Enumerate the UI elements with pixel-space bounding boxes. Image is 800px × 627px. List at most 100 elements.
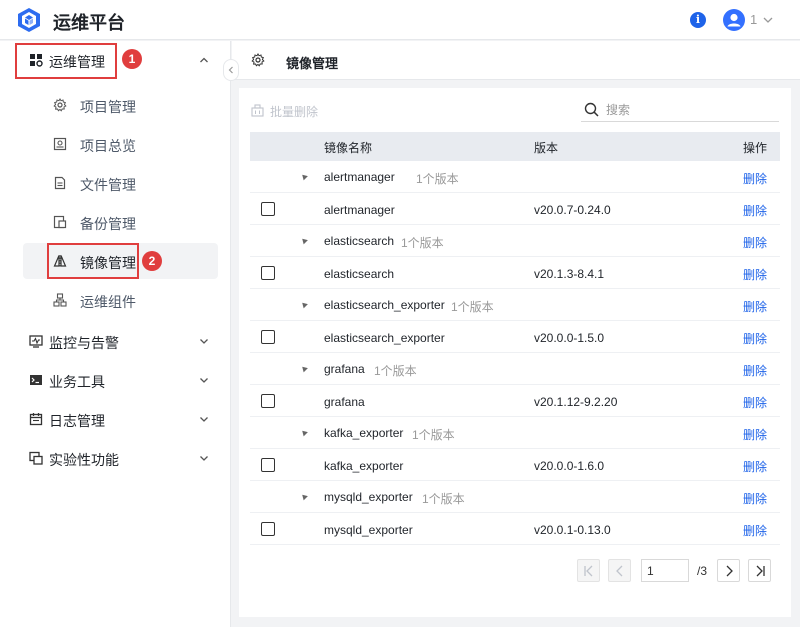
expand-triangle-icon[interactable] <box>300 428 308 437</box>
last-page-icon <box>756 565 765 577</box>
user-count: 1 <box>750 12 758 27</box>
page-header: 镜像管理 <box>232 41 800 80</box>
search-input[interactable] <box>606 101 776 119</box>
sidebar-item-label: 备份管理 <box>80 216 136 232</box>
image-name: elasticsearch_exporter <box>324 331 445 345</box>
monitor-icon <box>29 335 43 348</box>
group-version-count: 1个版本 <box>416 172 459 186</box>
table-body: alertmanager 1个版本 删除 alertmanager v20.0.… <box>250 161 780 545</box>
next-page-button[interactable] <box>717 559 740 582</box>
expand-triangle-icon[interactable] <box>300 300 308 309</box>
callout-badge-1: 1 <box>122 49 142 69</box>
first-page-button[interactable] <box>577 559 600 582</box>
table-group-row[interactable]: elasticsearch 1个版本 删除 <box>250 225 780 257</box>
delete-link[interactable]: 删除 <box>743 522 767 539</box>
gear-icon <box>53 98 67 112</box>
group-name: grafana <box>324 362 365 376</box>
sidebar-item-project[interactable]: 项目管理 <box>23 87 218 123</box>
table-row: grafana v20.1.12-9.2.20 删除 <box>250 385 780 417</box>
table-row: elasticsearch_exporter v20.0.0-1.5.0 删除 <box>250 321 780 353</box>
table-group-row[interactable]: grafana 1个版本 删除 <box>250 353 780 385</box>
row-checkbox[interactable] <box>261 330 275 344</box>
sidebar-group-label: 日志管理 <box>49 413 105 429</box>
callout-box-1 <box>15 43 117 79</box>
sidebar-item-file[interactable]: 文件管理 <box>23 165 218 201</box>
sidebar-group-lab[interactable]: 实验性功能 <box>0 439 231 477</box>
row-checkbox[interactable] <box>261 394 275 408</box>
row-checkbox[interactable] <box>261 202 275 216</box>
group-name: alertmanager <box>324 170 395 184</box>
sidebar-item-label: 项目总览 <box>80 138 136 154</box>
expand-triangle-icon[interactable] <box>300 236 308 245</box>
chevron-right-icon <box>726 565 733 577</box>
chevron-down-icon[interactable] <box>762 14 774 26</box>
sidebar-item-label: 运维组件 <box>80 294 136 310</box>
group-version-count: 1个版本 <box>412 428 455 442</box>
chevron-down-icon <box>200 417 208 422</box>
delete-link[interactable]: 删除 <box>743 298 767 315</box>
sidebar-item-components[interactable]: 运维组件 <box>23 282 218 318</box>
table-group-row[interactable]: kafka_exporter 1个版本 删除 <box>250 417 780 449</box>
image-name: grafana <box>324 395 365 409</box>
page-number-input[interactable] <box>641 559 689 582</box>
prev-page-button[interactable] <box>608 559 631 582</box>
row-checkbox[interactable] <box>261 458 275 472</box>
delete-link[interactable]: 删除 <box>743 170 767 187</box>
table-row: elasticsearch v20.1.3-8.4.1 删除 <box>250 257 780 289</box>
group-version-count: 1个版本 <box>451 300 494 314</box>
gear-icon <box>251 53 265 67</box>
row-checkbox[interactable] <box>261 522 275 536</box>
delete-link[interactable]: 删除 <box>743 202 767 219</box>
expand-triangle-icon[interactable] <box>300 172 308 181</box>
table-row: alertmanager v20.0.7-0.24.0 删除 <box>250 193 780 225</box>
table-group-row[interactable]: elasticsearch_exporter 1个版本 删除 <box>250 289 780 321</box>
content-card: 批量删除 镜像名称 版本 操作 alertmanager 1个版本 删除 ale… <box>239 88 791 617</box>
row-checkbox[interactable] <box>261 266 275 280</box>
image-name: mysqld_exporter <box>324 523 413 537</box>
group-version-count: 1个版本 <box>374 364 417 378</box>
group-version-count: 1个版本 <box>401 236 444 250</box>
delete-link[interactable]: 删除 <box>743 330 767 347</box>
image-name: kafka_exporter <box>324 459 404 473</box>
sidebar-item-overview[interactable]: 项目总览 <box>23 126 218 162</box>
delete-link[interactable]: 删除 <box>743 426 767 443</box>
sidebar-group-logs[interactable]: 日志管理 <box>0 400 231 438</box>
delete-link[interactable]: 删除 <box>743 394 767 411</box>
sidebar-group-label: 实验性功能 <box>49 452 119 468</box>
chevron-down-icon <box>200 339 208 344</box>
expand-triangle-icon[interactable] <box>300 364 308 373</box>
group-name: elasticsearch_exporter <box>324 298 445 312</box>
overview-icon <box>53 137 67 151</box>
table-group-row[interactable]: alertmanager 1个版本 删除 <box>250 161 780 193</box>
delete-link[interactable]: 删除 <box>743 266 767 283</box>
sidebar-group-tools[interactable]: 业务工具 <box>0 361 231 399</box>
batch-delete-label: 批量删除 <box>270 105 319 119</box>
last-page-button[interactable] <box>748 559 771 582</box>
sidebar-group-label: 监控与告警 <box>49 335 119 351</box>
backup-icon <box>53 215 67 229</box>
delete-link[interactable]: 删除 <box>743 362 767 379</box>
chevron-left-icon <box>616 565 623 577</box>
image-name: alertmanager <box>324 203 395 217</box>
delete-link[interactable]: 删除 <box>743 490 767 507</box>
sidebar-item-label: 项目管理 <box>80 99 136 115</box>
delete-link[interactable]: 删除 <box>743 458 767 475</box>
sidebar-item-backup[interactable]: 备份管理 <box>23 204 218 240</box>
info-icon[interactable]: i <box>690 12 706 28</box>
top-bar: 运维平台 i 1 <box>0 0 800 40</box>
sidebar: 运维管理 1 项目管理 项目总览 文件管理 备份管理 镜像管理 2 运维组件 监… <box>0 41 231 627</box>
callout-box-2 <box>47 243 139 279</box>
search-icon <box>584 102 599 117</box>
delete-link[interactable]: 删除 <box>743 234 767 251</box>
image-version: v20.0.7-0.24.0 <box>534 203 611 217</box>
sidebar-group-monitor[interactable]: 监控与告警 <box>0 322 231 360</box>
calendar-icon <box>29 413 43 426</box>
sidebar-collapse-button[interactable] <box>223 59 239 81</box>
table-group-row[interactable]: mysqld_exporter 1个版本 删除 <box>250 481 780 513</box>
image-version: v20.0.1-0.13.0 <box>534 523 611 537</box>
group-version-count: 1个版本 <box>422 492 465 506</box>
user-avatar[interactable] <box>723 9 745 31</box>
terminal-icon <box>30 375 42 385</box>
expand-triangle-icon[interactable] <box>300 492 308 501</box>
table-row: kafka_exporter v20.0.0-1.6.0 删除 <box>250 449 780 481</box>
